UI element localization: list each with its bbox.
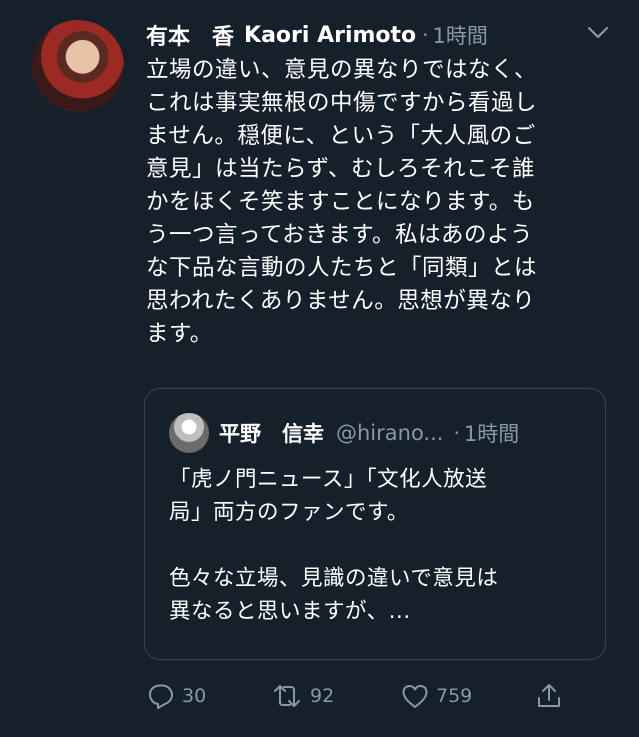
reply-button[interactable]: 30 [146,676,206,716]
quoted-tweet-timestamp: 1時間 [463,422,520,446]
tweet-text: 立場の違い、意見の異なりではなく、 これは事実無根の中傷ですから看過し ません。… [146,57,538,347]
retweet-count: 92 [310,685,335,707]
quoted-tweet-header: 平野 信幸 @hirano... · 1時間 [219,415,519,451]
author-handle[interactable]: Kaori Arimoto [244,23,416,48]
heart-icon [402,685,428,708]
author-avatar[interactable] [32,20,124,112]
like-count: 759 [436,685,473,707]
tweet-timestamp[interactable]: 1時間 [433,20,488,50]
quoted-tweet[interactable]: 平野 信幸 @hirano... · 1時間 「虎ノ門ニュース」「文化人放送 局… [144,388,606,660]
chevron-down-icon[interactable] [586,24,610,42]
reply-icon [149,684,173,709]
separator-dot: · [453,421,460,445]
author-name[interactable]: 有本 香 [146,19,234,51]
retweet-button[interactable]: 92 [270,676,334,716]
quoted-author-handle: @hirano... [336,421,444,445]
separator-dot: · [422,23,429,47]
share-icon [538,684,560,707]
quoted-author-name: 平野 信幸 [219,422,324,446]
tweet-actions: 30 92 759 [146,676,616,716]
quoted-tweet-text: 「虎ノ門ニュース」「文化人放送 局」両方のファンです。 色々な立場、見識の違いで… [169,467,499,624]
tweet-header: 有本 香 Kaori Arimoto · 1時間 [146,18,488,52]
quoted-author-avatar [169,413,209,453]
retweet-icon [274,685,300,707]
like-button[interactable]: 759 [400,676,472,716]
reply-count: 30 [182,685,207,707]
share-button[interactable] [534,676,570,716]
